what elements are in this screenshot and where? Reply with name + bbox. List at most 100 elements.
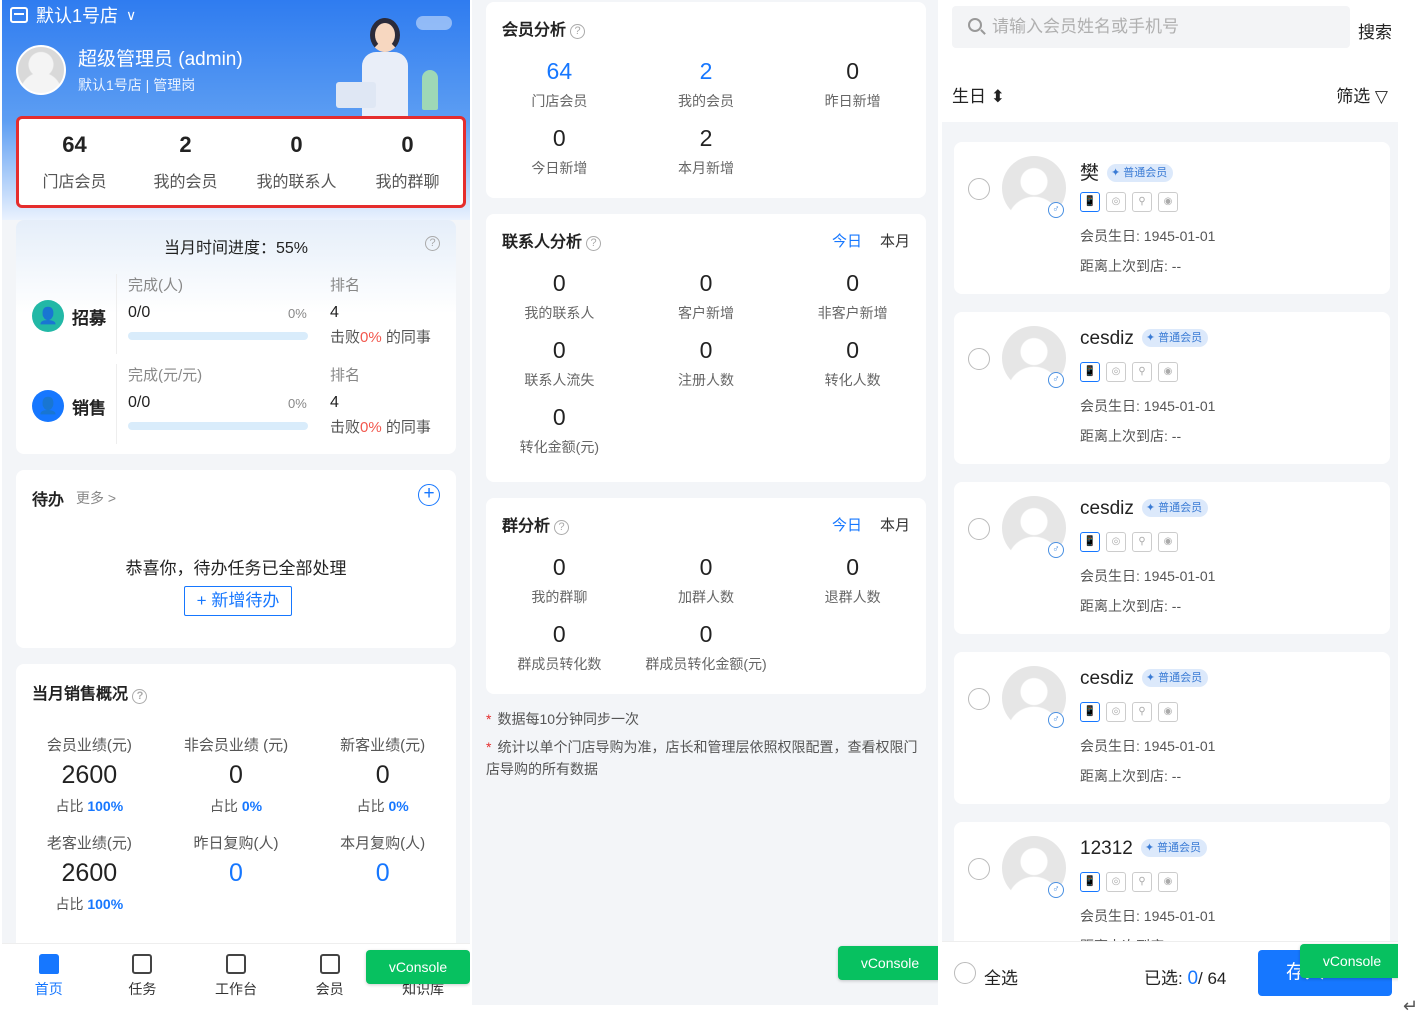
group-metric[interactable]: 0 退群人数	[779, 554, 926, 607]
select-all-radio[interactable]	[954, 962, 976, 984]
add-circle-icon[interactable]: +	[418, 484, 440, 506]
stat-my-contacts[interactable]: 0 我的联系人	[241, 132, 352, 192]
contact-metric[interactable]: 0 非客户新增	[779, 270, 926, 323]
help-icon[interactable]: ?	[132, 689, 148, 704]
group-metric-label: 退群人数	[824, 589, 881, 605]
member-tier-badge: 普通会员	[1107, 164, 1174, 182]
todo-title: 待办	[32, 492, 65, 509]
member-analysis-card: 会员分析? 64 门店会员 2 我的会员 0 昨日新增 0 今日新增 2 本月新增	[486, 2, 926, 198]
search-button[interactable]: 搜索	[1358, 18, 1392, 43]
sales-metric-value: 0	[375, 859, 390, 887]
member-metric[interactable]: 64 门店会员	[486, 58, 633, 111]
tab-home[interactable]: 首页	[2, 944, 96, 1005]
group-metric-label: 我的群聊	[531, 589, 588, 605]
member-card[interactable]: ♂ cesdiz普通会员 📱 ◎ ⚲ ◉ 会员生日: 1945-01-01 距离上次到店: -…	[954, 312, 1390, 464]
help-icon[interactable]: ?	[586, 236, 602, 251]
member-select-radio[interactable]	[968, 688, 990, 710]
tab-this-month[interactable]: 本月	[880, 233, 910, 250]
member-metric[interactable]: 0 今日新增	[486, 125, 633, 178]
phone-icon: 📱	[1080, 532, 1100, 552]
sales-metric[interactable]: 本月复购(人) 0	[309, 832, 456, 914]
tab-members[interactable]: 会员	[283, 944, 377, 1005]
group-analysis-card: 群分析? 今日 本月 0 我的群聊 0 加群人数 0 退群人数 0 群成员转化数 0 群成员转化金额…	[486, 498, 926, 694]
select-all-label[interactable]: 全选	[984, 964, 1018, 989]
group-metric[interactable]: 0 我的群聊	[486, 554, 633, 607]
vconsole-button[interactable]: vConsole	[366, 950, 470, 984]
add-todo-button[interactable]: + 新增待办	[184, 586, 292, 616]
help-icon[interactable]: ?	[425, 236, 440, 251]
tab-today[interactable]: 今日	[832, 233, 862, 250]
member-metric[interactable]: 0 昨日新增	[779, 58, 926, 111]
sort-birthday-button[interactable]: 生日 ⬍	[952, 82, 1005, 107]
sales-metric-value: 0	[375, 761, 390, 789]
vconsole-button[interactable]: vConsole	[1300, 944, 1398, 978]
contact-analysis-title: 联系人分析?	[502, 228, 602, 252]
wechat-icon: ◎	[1106, 872, 1126, 892]
sales-metric[interactable]: 非会员业绩 (元) 0 占比 0%	[163, 734, 310, 816]
contact-metric-value: 0	[552, 337, 566, 363]
member-select-radio[interactable]	[968, 348, 990, 370]
member-name: cesdiz普通会员	[1080, 498, 1209, 520]
contact-metric-label: 转化人数	[824, 372, 881, 388]
contact-metric[interactable]: 0 转化金额(元)	[486, 404, 633, 457]
data-notes: * 数据每10分钟同步一次 * 统计以单个门店导购为准，店长和管理层依照权限配置，查…	[486, 711, 918, 777]
sales-metric[interactable]: 昨日复购(人) 0	[163, 832, 310, 914]
sales-metric[interactable]: 新客业绩(元) 0 占比 0%	[309, 734, 456, 816]
search-input[interactable]	[992, 6, 1332, 48]
member-card[interactable]: ♂ cesdiz普通会员 📱 ◎ ⚲ ◉ 会员生日: 1945-01-01 距离上次到店: -…	[954, 652, 1390, 804]
member-card[interactable]: ♂ 樊普通会员 📱 ◎ ⚲ ◉ 会员生日: 1945-01-01 距离上次到店: --	[954, 142, 1390, 294]
avatar	[16, 44, 66, 95]
member-birthday: 会员生日: 1945-01-01	[1080, 908, 1216, 924]
sales-metric-label: 昨日复购(人)	[193, 835, 279, 852]
phone-icon: 📱	[1080, 872, 1100, 892]
enter-key-icon: ↵	[1402, 996, 1418, 1016]
store-name: 默认1号店	[36, 6, 119, 26]
user-name: 超级管理员 (admin)	[78, 49, 243, 70]
contact-metric-label: 客户新增	[677, 305, 734, 321]
contact-metric[interactable]: 0 我的联系人	[486, 270, 633, 323]
group-metric[interactable]: 0 加群人数	[633, 554, 780, 607]
male-icon: ♂	[1048, 202, 1064, 218]
sales-icon: 👤	[32, 390, 64, 422]
group-period-tabs: 今日 本月	[814, 514, 910, 535]
vconsole-button[interactable]: vConsole	[838, 946, 938, 980]
chat-icon: ◉	[1158, 532, 1178, 552]
contact-metric-label: 非客户新增	[817, 305, 888, 321]
member-metric[interactable]: 2 本月新增	[633, 125, 780, 178]
member-select-radio[interactable]	[968, 858, 990, 880]
contact-metric[interactable]: 0 联系人流失	[486, 337, 633, 390]
member-metric[interactable]: 2 我的会员	[633, 58, 780, 111]
stat-store-members[interactable]: 64 门店会员	[19, 132, 130, 192]
store-switcher[interactable]: 默认1号店 ∨	[10, 2, 136, 28]
sales-metric[interactable]: 会员业绩(元) 2600 占比 100%	[16, 734, 163, 816]
sales-beat-text: 击败0% 的同事	[330, 419, 431, 436]
top-stats-panel: 64 门店会员 2 我的会员 0 我的联系人 0 我的群聊	[16, 116, 466, 208]
sales-metric-label: 新客业绩(元)	[340, 737, 426, 754]
member-card[interactable]: ♂ cesdiz普通会员 📱 ◎ ⚲ ◉ 会员生日: 1945-01-01 距离上次到店: -…	[954, 482, 1390, 634]
group-metric[interactable]: 0 群成员转化数	[486, 621, 633, 674]
filter-button[interactable]: 筛选 ▽	[1336, 82, 1388, 107]
group-metric[interactable]: 0 群成员转化金额(元)	[633, 621, 780, 674]
contact-analysis-card: 联系人分析? 今日 本月 0 我的联系人 0 客户新增 0 非客户新增 0 联系人流失 0 注册人数…	[486, 214, 926, 482]
tab-this-month[interactable]: 本月	[880, 517, 910, 534]
member-select-radio[interactable]	[968, 178, 990, 200]
sales-metric[interactable]: 老客业绩(元) 2600 占比 100%	[16, 832, 163, 914]
contact-metric-label: 我的联系人	[524, 305, 595, 321]
member-select-radio[interactable]	[968, 518, 990, 540]
tab-workbench[interactable]: 工作台	[189, 944, 283, 1005]
contact-metric[interactable]: 0 客户新增	[633, 270, 780, 323]
member-analysis-title: 会员分析?	[502, 16, 586, 40]
stat-my-members[interactable]: 2 我的会员	[130, 132, 241, 192]
tab-tasks[interactable]: 任务	[96, 944, 190, 1005]
contact-metric[interactable]: 0 转化人数	[779, 337, 926, 390]
contact-metric-value: 0	[846, 270, 860, 296]
todo-more-link[interactable]: 更多 >	[76, 488, 116, 508]
contact-metric[interactable]: 0 注册人数	[633, 337, 780, 390]
sales-metric-label: 会员业绩(元)	[46, 737, 132, 754]
stat-my-groups[interactable]: 0 我的群聊	[352, 132, 463, 192]
group-metric-value: 0	[552, 554, 566, 580]
tab-today[interactable]: 今日	[832, 517, 862, 534]
male-icon: ♂	[1048, 712, 1064, 728]
help-icon[interactable]: ?	[570, 24, 586, 39]
help-icon[interactable]: ?	[554, 520, 570, 535]
